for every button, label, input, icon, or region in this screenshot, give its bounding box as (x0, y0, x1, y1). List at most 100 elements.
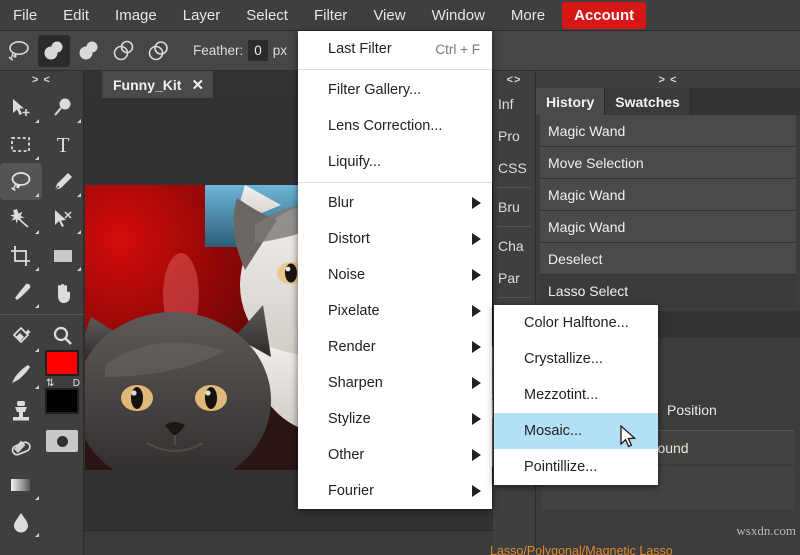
menu-separator (298, 69, 492, 70)
history-item[interactable]: Magic Wand (540, 211, 796, 243)
menu-item-render[interactable]: Render (298, 329, 492, 365)
mouse-cursor-icon (620, 425, 638, 450)
crop-tool[interactable] (0, 237, 42, 274)
menu-item-crystallize[interactable]: Crystallize... (494, 341, 658, 377)
menu-item-filter-gallery[interactable]: Filter Gallery... (298, 72, 492, 108)
document-tab-title: Funny_Kit (113, 77, 181, 93)
menu-item-fourier[interactable]: Fourier (298, 473, 492, 509)
tool-corner-marker (35, 119, 39, 123)
rail-divider (497, 187, 531, 188)
menu-item-lens-correction[interactable]: Lens Correction... (298, 108, 492, 144)
menu-item-label: Noise (328, 267, 365, 283)
move-tool[interactable] (0, 89, 42, 126)
magic-wand-tool[interactable] (0, 200, 42, 237)
rail-item-properties[interactable]: Pro (493, 120, 535, 152)
submenu-arrow-icon (472, 341, 481, 353)
menu-image[interactable]: Image (102, 2, 170, 29)
menu-item-blur[interactable]: Blur (298, 185, 492, 221)
menu-item-pixelate[interactable]: Pixelate (298, 293, 492, 329)
menu-layer[interactable]: Layer (170, 2, 234, 29)
hand-tool[interactable] (42, 274, 84, 311)
history-item[interactable]: Deselect (540, 243, 796, 275)
path-select-tool[interactable] (42, 200, 84, 237)
blur-spacer (42, 503, 84, 540)
feather-unit: px (273, 43, 287, 58)
rail-item-css[interactable]: CSS (493, 152, 535, 184)
pixelate-submenu[interactable]: Color Halftone... Crystallize... Mezzoti… (494, 305, 658, 485)
menu-item-label: Stylize (328, 411, 371, 427)
menu-item-noise[interactable]: Noise (298, 257, 492, 293)
menu-item-distort[interactable]: Distort (298, 221, 492, 257)
background-color-swatch[interactable] (45, 388, 79, 414)
feather-input[interactable]: 0 (248, 40, 268, 61)
toolbar-collapse-button[interactable]: > < (0, 71, 83, 89)
menu-file[interactable]: File (0, 2, 50, 29)
account-button[interactable]: Account (562, 2, 646, 29)
shape-tool[interactable] (42, 237, 84, 274)
tool-corner-marker (77, 230, 81, 234)
menu-item-mezzotint[interactable]: Mezzotint... (494, 377, 658, 413)
tool-corner-marker (77, 119, 81, 123)
history-item[interactable]: Magic Wand (540, 179, 796, 211)
menu-item-label: Last Filter (328, 41, 392, 57)
menu-item-sharpen[interactable]: Sharpen (298, 365, 492, 401)
submenu-arrow-icon (472, 269, 481, 281)
canvas-status-bar (84, 530, 536, 555)
lasso-tool[interactable] (0, 163, 42, 200)
menu-item-liquify[interactable]: Liquify... (298, 144, 492, 180)
tool-corner-marker (35, 304, 39, 308)
intersect-selection-icon[interactable] (143, 35, 175, 67)
menu-item-label: Blur (328, 195, 354, 211)
svg-text:T: T (57, 134, 70, 156)
menu-item-pointillize[interactable]: Pointillize... (494, 449, 658, 485)
photo-editor-window: File Edit Image Layer Select Filter View… (0, 0, 800, 555)
gradient-tool[interactable] (0, 466, 42, 503)
tab-history[interactable]: History (536, 88, 605, 115)
pen-tool[interactable] (42, 163, 84, 200)
menu-window[interactable]: Window (419, 2, 498, 29)
lasso-tool-icon[interactable] (3, 35, 35, 67)
menu-edit[interactable]: Edit (50, 2, 102, 29)
doctab-spacer (84, 80, 102, 98)
menu-item-label: Fourier (328, 483, 374, 499)
menu-item-stylize[interactable]: Stylize (298, 401, 492, 437)
rail-item-brushes[interactable]: Bru (493, 191, 535, 223)
eraser-tool[interactable] (0, 429, 42, 466)
menu-item-color-halftone[interactable]: Color Halftone... (494, 305, 658, 341)
submenu-arrow-icon (472, 233, 481, 245)
watermark: wsxdn.com (736, 523, 796, 539)
rail-item-info[interactable]: Inf (493, 88, 535, 120)
menu-filter[interactable]: Filter (301, 2, 360, 29)
menu-select[interactable]: Select (233, 2, 301, 29)
rail-expand-button[interactable]: <> (493, 71, 535, 88)
type-tool[interactable]: T (42, 126, 84, 163)
color-swatches: ⇅ D (0, 346, 84, 424)
history-item[interactable]: Move Selection (540, 147, 796, 179)
new-selection-icon[interactable] (38, 35, 70, 67)
history-list: Magic Wand Move Selection Magic Wand Mag… (536, 115, 800, 307)
subtract-from-selection-icon[interactable] (108, 35, 140, 67)
zoom-lollipop-tool[interactable] (42, 89, 84, 126)
foreground-color-swatch[interactable] (45, 350, 79, 376)
history-swatches-tabs: History Swatches (536, 88, 800, 115)
rail-item-character[interactable]: Cha (493, 230, 535, 262)
tab-swatches[interactable]: Swatches (605, 88, 691, 115)
menu-view[interactable]: View (360, 2, 418, 29)
menu-item-other[interactable]: Other (298, 437, 492, 473)
add-to-selection-icon[interactable] (73, 35, 105, 67)
document-tab[interactable]: Funny_Kit ✕ (102, 71, 214, 98)
eyedropper-tool[interactable] (0, 274, 42, 311)
quick-mask-icon[interactable] (46, 430, 78, 452)
filter-dropdown-menu[interactable]: Last Filter Ctrl + F Filter Gallery... L… (298, 31, 492, 509)
submenu-arrow-icon (472, 485, 481, 497)
history-item[interactable]: Lasso Select (540, 275, 796, 307)
menu-more[interactable]: More (498, 2, 558, 29)
history-item[interactable]: Magic Wand (540, 115, 796, 147)
rectangular-marquee-tool[interactable] (0, 126, 42, 163)
rail-item-paragraph[interactable]: Par (493, 262, 535, 294)
close-icon[interactable]: ✕ (191, 76, 204, 94)
rail-divider (497, 297, 531, 298)
blur-tool[interactable] (0, 503, 42, 540)
dock-collapse-button[interactable]: > < (536, 71, 800, 88)
menu-item-last-filter[interactable]: Last Filter Ctrl + F (298, 31, 492, 67)
